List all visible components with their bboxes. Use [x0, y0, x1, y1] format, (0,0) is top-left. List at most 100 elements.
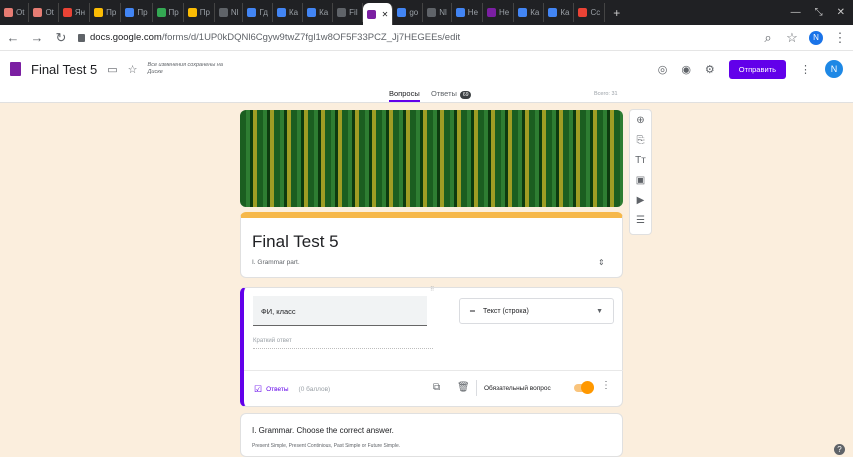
tab-favicon-icon [33, 8, 43, 17]
browser-tab[interactable]: Гд [243, 3, 273, 22]
browser-tab[interactable]: ✕ [362, 3, 394, 25]
question-more-icon[interactable]: ⋮ [601, 380, 611, 391]
browser-tab[interactable]: Ка [273, 3, 304, 22]
video-icon[interactable]: ▶ [637, 194, 645, 208]
browser-tab[interactable]: Ка [544, 3, 575, 22]
browser-tab[interactable]: He [483, 3, 515, 22]
browser-tab[interactable]: Ot [0, 3, 30, 22]
tab-favicon-icon [218, 8, 228, 17]
tab-answers[interactable]: Ответы 69 [431, 89, 472, 99]
tab-label: Ot [45, 8, 54, 17]
tab-favicon-icon [156, 8, 166, 17]
image-icon[interactable]: ▣ [636, 174, 645, 188]
folder-icon[interactable]: ▭ [107, 63, 117, 76]
help-icon[interactable]: ? [834, 444, 845, 455]
browser-tab[interactable]: Cc [574, 3, 606, 22]
drag-handle-icon[interactable]: ⠿ [430, 286, 434, 293]
browser-menu-icon[interactable]: ⋮ [833, 30, 847, 46]
url-field[interactable]: docs.google.com/forms/d/1UP0kDQNl6Cgyw9t… [78, 32, 751, 43]
tab-label: go [409, 8, 419, 17]
tab-label: Ка [560, 8, 570, 17]
tab-label: He [499, 8, 510, 17]
browser-tab[interactable]: go [393, 3, 424, 22]
zoom-icon[interactable]: ⌕ [761, 30, 775, 46]
star-icon[interactable]: ☆ [128, 63, 138, 76]
browser-tab[interactable]: Fil [333, 3, 363, 22]
restore-icon[interactable]: ⤡ [815, 7, 823, 18]
delete-icon[interactable]: 🗑 [457, 382, 470, 393]
total-points: Всего: 31 [594, 91, 618, 97]
title-text-icon[interactable]: Tт [635, 154, 646, 168]
reorder-icon[interactable]: ⇕ [598, 258, 605, 267]
form-title-card[interactable]: Final Test 5 I. Grammar part. ⇕ [240, 212, 623, 278]
back-icon[interactable]: ← [6, 30, 20, 45]
section-card[interactable]: I. Grammar. Choose the correct answer. P… [240, 413, 623, 457]
minimize-icon[interactable]: — [791, 7, 801, 18]
import-questions-icon[interactable]: ⎘ [637, 134, 645, 148]
tab-label: Cc [590, 8, 601, 17]
preview-eye-icon[interactable]: ◉ [681, 63, 691, 76]
window-controls: — ⤡ ✕ [791, 7, 853, 18]
question-title-field[interactable]: ФИ, класс [253, 296, 427, 326]
question-type-select[interactable]: ═ Текст (строка) ▼ [459, 298, 614, 324]
lock-icon [78, 33, 85, 42]
section-title[interactable]: I. Grammar. Choose the correct answer. [252, 426, 394, 435]
browser-tab[interactable]: Ка [303, 3, 334, 22]
form-subtabs: Вопросы Ответы 69 Всего: 31 [0, 87, 853, 103]
tab-favicon-icon [366, 9, 376, 19]
tab-favicon-icon [455, 8, 465, 17]
tab-favicon-icon [578, 8, 588, 17]
close-window-icon[interactable]: ✕ [837, 7, 845, 18]
form-title[interactable]: Final Test 5 [31, 62, 97, 77]
url-host: docs.google.com [90, 32, 162, 43]
section-icon[interactable]: ☰ [636, 214, 645, 228]
settings-gear-icon[interactable]: ⚙ [705, 63, 715, 76]
more-menu-icon[interactable]: ⋮ [800, 63, 811, 76]
address-bar-row: ← → ↻ docs.google.com/forms/d/1UP0kDQNl6… [0, 25, 853, 51]
browser-tab-strip: Ot Ot Ян Пр Пр Пр Пр Nl Гд Ка Ка Fil ✕ go Nl He He Ка Ка Cc… [0, 0, 853, 25]
tab-favicon-icon [307, 8, 317, 17]
tab-favicon-icon [4, 8, 13, 17]
bookmark-star-icon[interactable]: ☆ [785, 30, 799, 46]
new-tab-button[interactable]: + [605, 6, 628, 20]
browser-tab[interactable]: Пр [90, 3, 122, 22]
forward-icon[interactable]: → [30, 30, 44, 45]
tab-favicon-icon [94, 8, 104, 17]
browser-tab[interactable]: Nl [423, 3, 452, 22]
section-subtitle[interactable]: Present Simple, Present Continious, Past… [252, 443, 400, 449]
side-toolbar: ⊕ ⎘ Tт ▣ ▶ ☰ [629, 109, 652, 235]
duplicate-icon[interactable]: ⧉ [433, 382, 440, 393]
browser-tab[interactable]: Ка [514, 3, 545, 22]
browser-tab[interactable]: Ot [29, 3, 59, 22]
tab-label: Fil [349, 8, 358, 17]
form-description[interactable]: I. Grammar part. [252, 259, 300, 266]
required-toggle-knob[interactable] [581, 381, 594, 394]
points-label: (0 баллов) [298, 386, 331, 393]
tab-label: Ян [74, 8, 86, 17]
tab-label: Гд [259, 8, 268, 17]
add-question-icon[interactable]: ⊕ [636, 114, 644, 128]
tab-favicon-icon [276, 8, 286, 17]
answer-key-button[interactable]: ☑ Ответы (0 баллов) [254, 384, 330, 395]
form-title-heading[interactable]: Final Test 5 [252, 232, 339, 252]
tab-label: Nl [439, 8, 447, 17]
browser-tab[interactable]: He [452, 3, 484, 22]
tab-label: Ка [319, 8, 329, 17]
browser-tab[interactable]: Пр [153, 3, 184, 22]
tab-favicon-icon [125, 8, 135, 17]
palette-icon[interactable]: ◎ [658, 63, 668, 76]
tab-questions[interactable]: Вопросы [389, 89, 420, 102]
browser-tab[interactable]: Nl [215, 3, 244, 22]
tab-label: Nl [230, 8, 239, 17]
send-button[interactable]: Отправить [728, 59, 786, 79]
forms-logo-icon[interactable] [10, 62, 21, 76]
browser-tab[interactable]: Пр [184, 3, 215, 22]
account-avatar[interactable]: N [825, 60, 843, 78]
browser-tab[interactable]: Пр [121, 3, 153, 22]
browser-tab[interactable]: Ян [59, 3, 91, 22]
reload-icon[interactable]: ↻ [54, 30, 68, 46]
tab-label: Пр [199, 8, 210, 17]
close-tab-icon[interactable]: ✕ [382, 10, 389, 19]
profile-avatar[interactable]: N [809, 30, 823, 45]
question-card[interactable]: ⠿ ФИ, класс ═ Текст (строка) ▼ Краткий о… [240, 287, 623, 407]
